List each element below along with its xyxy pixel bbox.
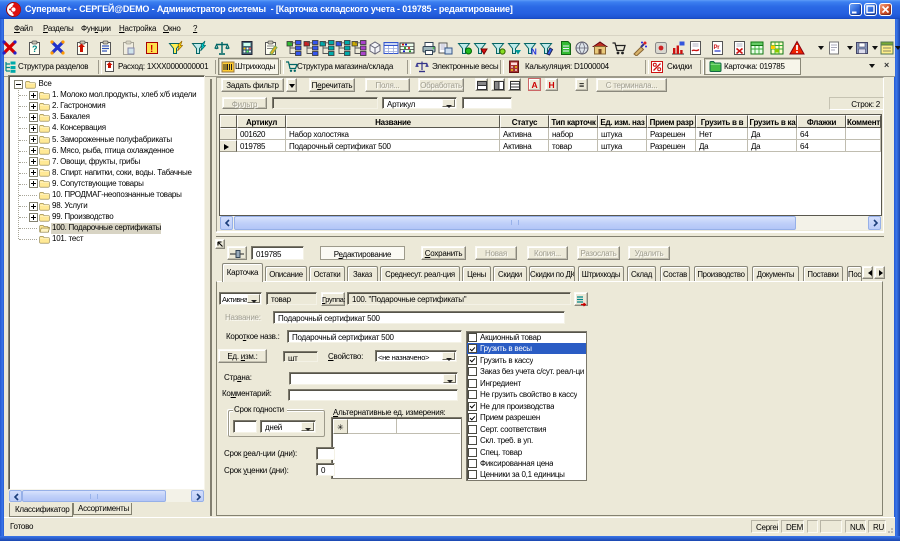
svg-text:?: ? — [32, 44, 37, 54]
svg-text:!: ! — [150, 44, 153, 55]
svg-text:Pr: Pr — [714, 45, 721, 51]
svg-text:N: N — [531, 48, 537, 57]
